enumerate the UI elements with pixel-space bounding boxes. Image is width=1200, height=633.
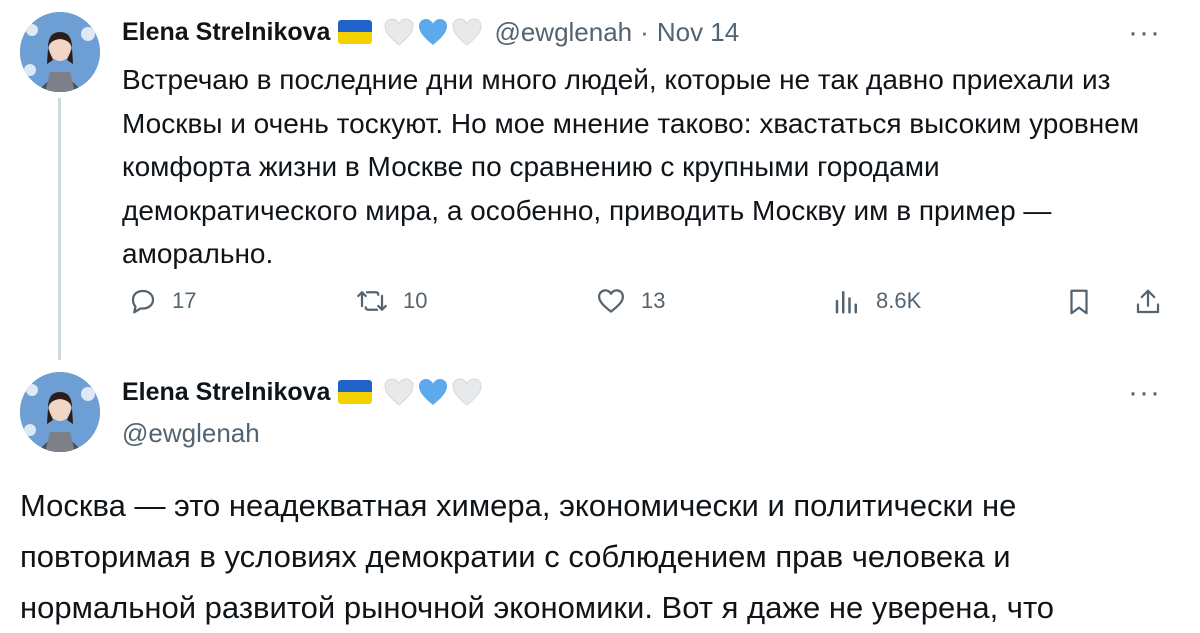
white-heart-icon: [452, 18, 482, 46]
white-heart-icon: [384, 378, 414, 406]
tweet-text: Встречаю в последние дни много людей, ко…: [122, 64, 1140, 269]
author-handle[interactable]: @ewglenah: [494, 17, 632, 48]
bookmark-icon: [1070, 289, 1088, 315]
author-handle[interactable]: @ewglenah: [122, 418, 260, 449]
repost-icon: [357, 291, 387, 311]
author-name[interactable]: Elena Strelnikova: [122, 378, 330, 407]
more-options-button[interactable]: ···: [1128, 18, 1161, 48]
blue-heart-icon: [419, 379, 448, 405]
repost-count: 10: [403, 288, 428, 313]
separator: ·: [640, 16, 649, 47]
tweet1-header: Elena Strelnikova @ewglenah · Nov 14: [122, 15, 739, 49]
action-bar: 17 10 13 8.6K: [0, 286, 1200, 326]
author-name[interactable]: Elena Strelnikova: [122, 18, 330, 47]
like-count: 13: [641, 288, 666, 313]
views-count: 8.6K: [876, 288, 922, 313]
share-button[interactable]: [1133, 286, 1163, 318]
tweet-text: Москва — это неадекватная химера, эконом…: [20, 488, 1055, 625]
more-options-button[interactable]: ···: [1128, 378, 1161, 408]
share-icon: [1136, 289, 1160, 314]
avatar[interactable]: [20, 12, 100, 92]
avatar[interactable]: [20, 372, 100, 452]
ukraine-flag-icon: [338, 380, 373, 404]
repost-button[interactable]: 10: [355, 286, 427, 316]
hearts-emoji: [384, 378, 482, 406]
ukraine-flag-icon: [338, 20, 373, 44]
white-heart-icon: [384, 18, 414, 46]
bookmark-button[interactable]: [1064, 286, 1094, 318]
hearts-emoji: [384, 18, 482, 46]
tweet2-header: Elena Strelnikova: [122, 375, 482, 409]
like-button[interactable]: 13: [595, 286, 665, 316]
reply-button[interactable]: 17: [128, 286, 196, 316]
white-heart-icon: [452, 378, 482, 406]
blue-heart-icon: [419, 19, 448, 45]
reply-count: 17: [172, 288, 197, 313]
like-icon: [598, 289, 624, 313]
views-icon: [835, 291, 857, 314]
tweet-date[interactable]: Nov 14: [657, 17, 739, 48]
reply-icon: [131, 289, 155, 314]
views-button[interactable]: 8.6K: [832, 286, 921, 316]
